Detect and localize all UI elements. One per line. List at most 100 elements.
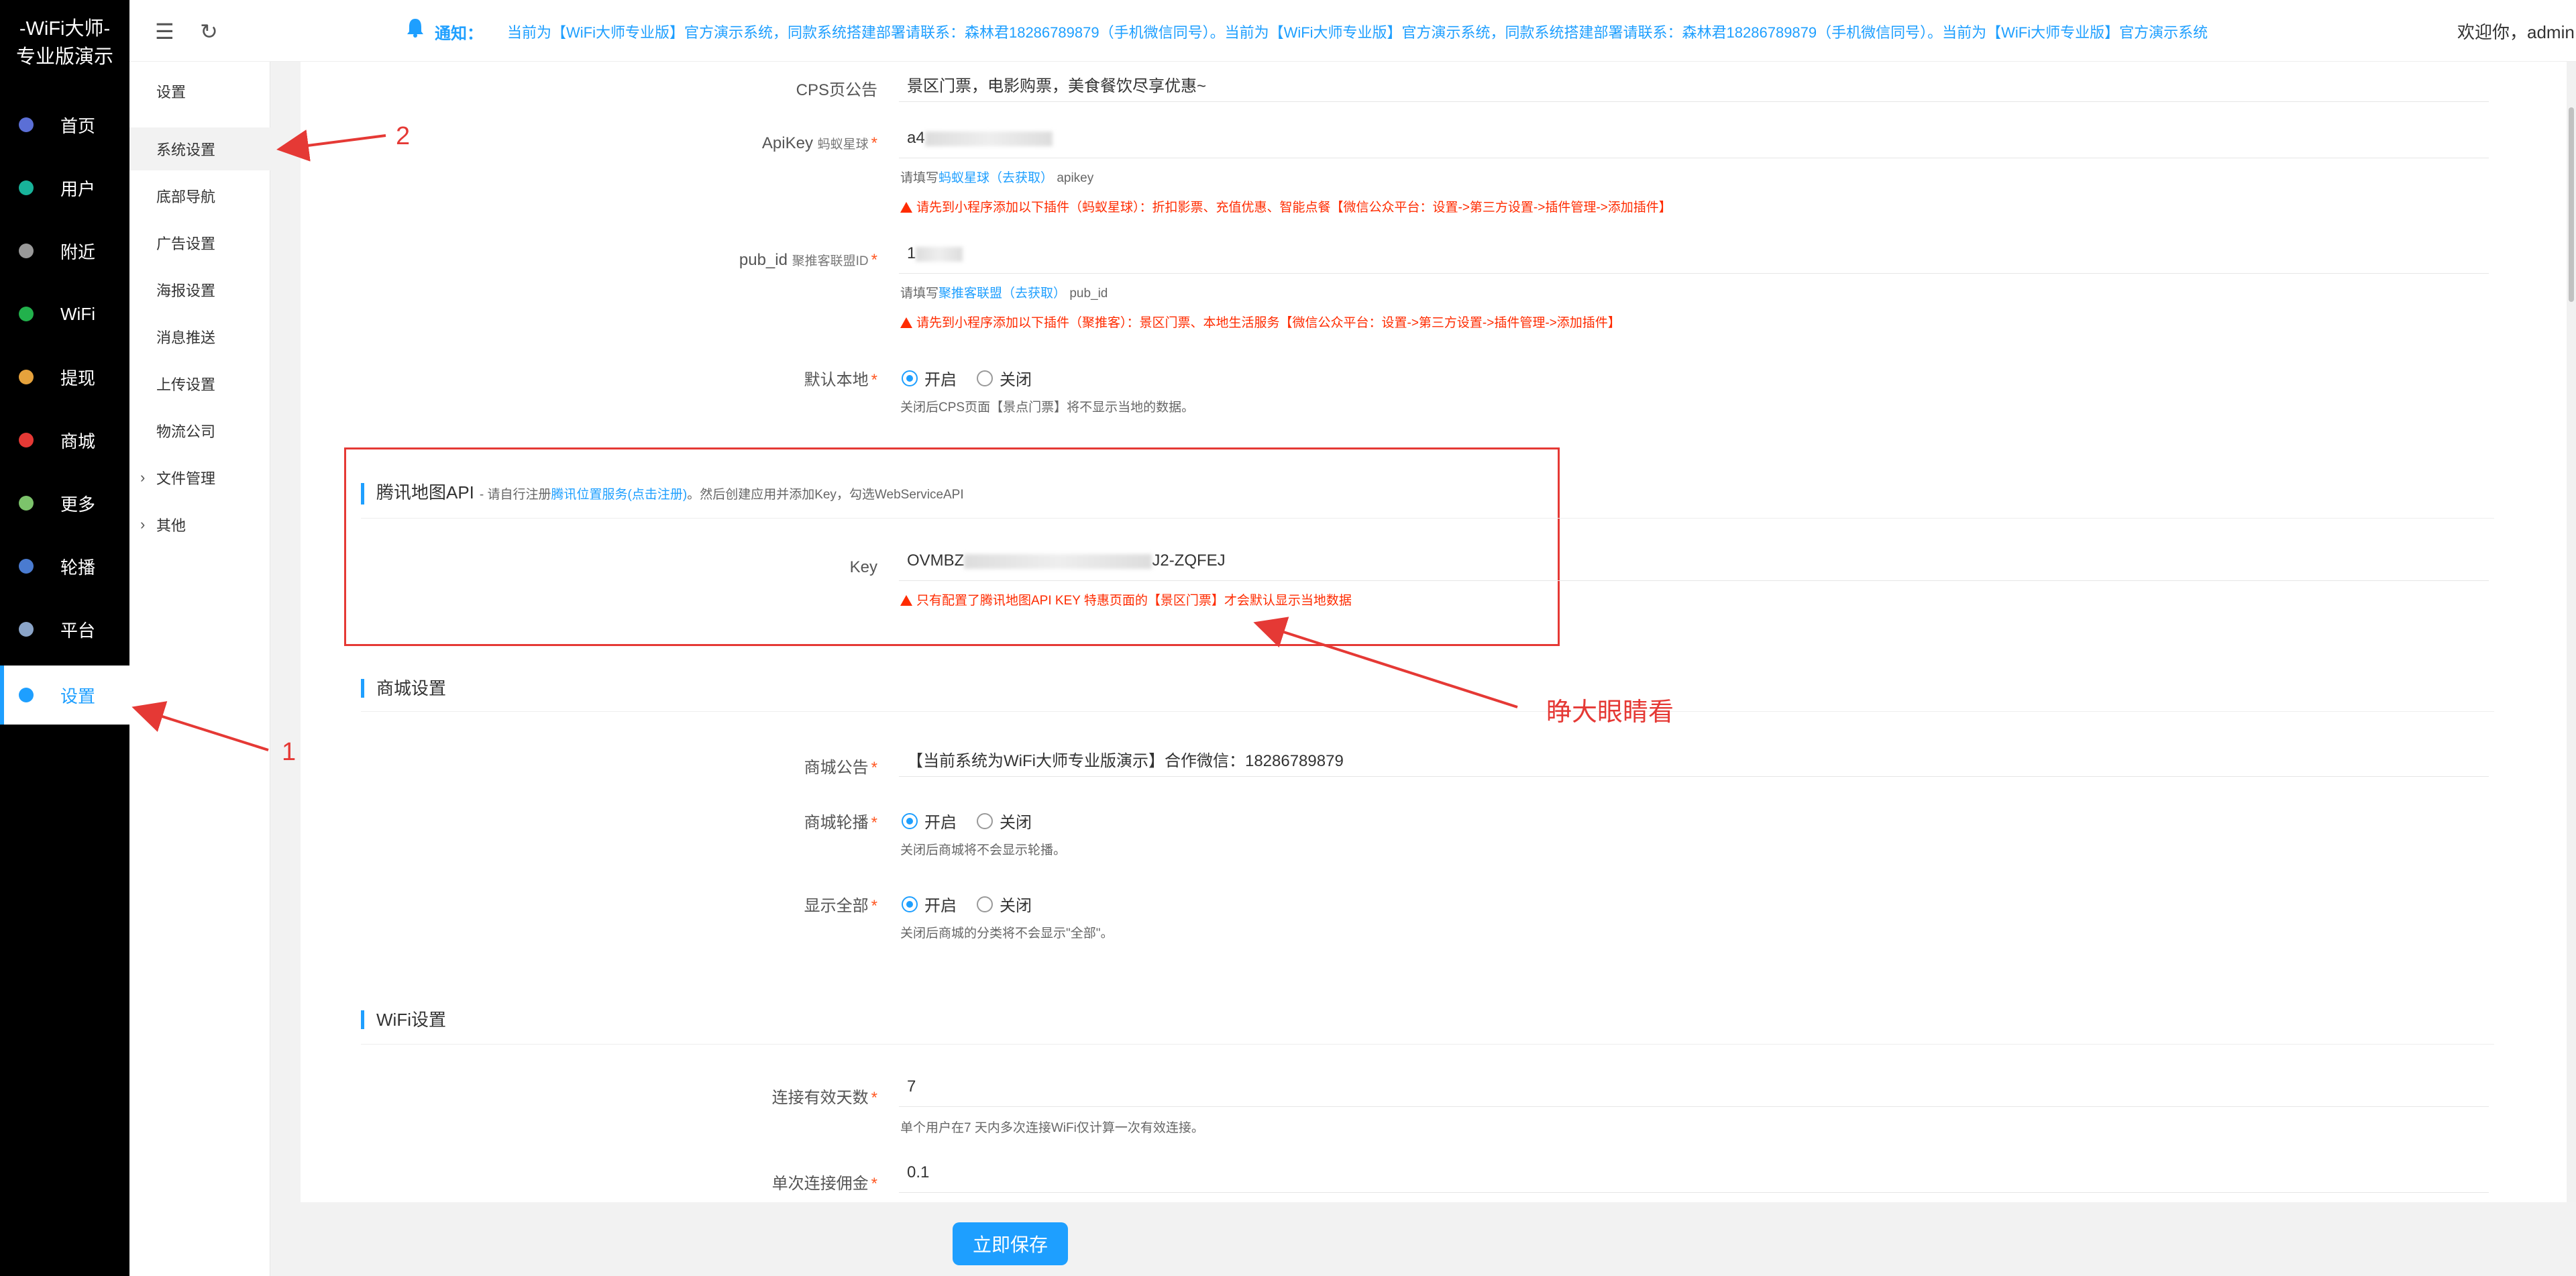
radio-dot [902, 896, 918, 912]
section-title-text: 腾讯地图API [376, 482, 474, 502]
nav-label: 附近 [60, 242, 96, 262]
hint-text: 请填写 [900, 286, 939, 301]
subnav-item-files[interactable]: › 文件管理 [129, 456, 270, 499]
field-value: J2-ZQFEJ [1152, 551, 1226, 570]
subnav-label: 海报设置 [156, 282, 216, 299]
pubid-hint: 请填写聚推客联盟（去获取） pub_id [900, 283, 1108, 301]
section-divider [361, 518, 2494, 519]
logo-line1: -WiFi大师- [19, 18, 111, 40]
pubid-label: pub_id 聚推客联盟ID * [739, 251, 877, 269]
nav-item-nearby[interactable]: 附近 [0, 221, 129, 280]
radio-dot [977, 812, 993, 829]
warning-text: 请先到小程序添加以下插件（蚂蚁星球）：折扣影票、充值优惠、智能点餐【微信公众平台… [916, 201, 1672, 215]
subnav-item-poster[interactable]: 海报设置 [129, 268, 270, 311]
shop-notice-input[interactable]: 【当前系统为WiFi大师专业版演示】合作微信：18286789879 [899, 742, 2489, 777]
wifi-icon [19, 307, 34, 321]
warning-icon [900, 202, 912, 213]
nav-item-withdraw[interactable]: 提现 [0, 348, 129, 407]
apikey-get-link[interactable]: 蚂蚁星球（去获取） [938, 171, 1053, 185]
section-sub-text: 。然后创建应用并添加Key，勾选WebServiceAPI [687, 488, 964, 502]
label-text: 默认本地 [804, 371, 869, 389]
subnav-title: 设置 [156, 84, 186, 101]
main-sidebar: -WiFi大师- 专业版演示 首页 用户 附近 WiFi 提现 商城 更多 轮播… [0, 0, 129, 1276]
field-value: 【当前系统为WiFi大师专业版演示】合作微信：18286789879 [907, 752, 1344, 770]
scrollbar-thumb[interactable] [2569, 107, 2574, 302]
apikey-input[interactable]: a4 [899, 123, 2489, 158]
nav-item-more[interactable]: 更多 [0, 474, 129, 533]
nav-label: 设置 [60, 686, 96, 706]
nav-item-user[interactable]: 用户 [0, 158, 129, 217]
subnav-item-upload[interactable]: 上传设置 [129, 362, 270, 405]
shop-notice-label: 商城公告 * [804, 759, 877, 777]
show-all-off-radio[interactable]: 关闭 [977, 892, 1032, 916]
conn-days-hint: 单个用户在7 天内多次连接WiFi仅计算一次有效连接。 [900, 1121, 1204, 1135]
redacted-blur [964, 553, 1152, 569]
shop-carousel-off-radio[interactable]: 关闭 [977, 809, 1032, 833]
field-value: 1 [907, 244, 916, 262]
default-local-off-radio[interactable]: 关闭 [977, 366, 1032, 390]
nav-label: 提现 [60, 368, 96, 388]
radio-label: 关闭 [1000, 897, 1032, 915]
nav-item-settings[interactable]: 设置 [0, 666, 129, 725]
nav-item-shop[interactable]: 商城 [0, 411, 129, 470]
label-text: ApiKey [761, 134, 813, 152]
redacted-blur [924, 131, 1053, 146]
radio-dot [977, 370, 993, 386]
field-value: 0.1 [907, 1163, 930, 1181]
subnav-item-logistics[interactable]: 物流公司 [129, 409, 270, 452]
annotation-number-2: 2 [396, 122, 411, 150]
pubid-warning: 请先到小程序添加以下插件（聚推客）：景区门票、本地生活服务【微信公众平台：设置-… [900, 313, 1621, 331]
pubid-get-link[interactable]: 聚推客联盟（去获取） [938, 286, 1066, 301]
subnav-label: 广告设置 [156, 235, 216, 252]
default-local-label: 默认本地 * [804, 371, 877, 389]
subnav-item-push[interactable]: 消息推送 [129, 315, 270, 358]
more-icon [19, 496, 34, 511]
logo-line2: 专业版演示 [15, 46, 113, 68]
collapse-menu-icon[interactable]: ☰ [155, 19, 174, 44]
radio-label: 开启 [924, 814, 957, 832]
app-logo: -WiFi大师- 专业版演示 [0, 15, 129, 71]
nav-item-home[interactable]: 首页 [0, 95, 129, 154]
field-value: 景区门票，电影购票，美食餐饮尽享优惠~ [907, 77, 1207, 95]
show-all-hint: 关闭后商城的分类将不会显示"全部"。 [900, 926, 1114, 941]
welcome-text: 欢迎你，admin [2457, 22, 2575, 42]
shop-carousel-on-radio[interactable]: 开启 [902, 809, 957, 833]
save-button[interactable]: 立即保存 [953, 1222, 1068, 1265]
conn-days-input[interactable]: 7 [899, 1072, 2489, 1107]
subnav-item-ads[interactable]: 广告设置 [129, 221, 270, 264]
radio-label: 关闭 [1000, 371, 1032, 389]
shop-carousel-label: 商城轮播 * [804, 814, 877, 832]
radio-dot [977, 896, 993, 912]
tencent-key-warning: 只有配置了腾讯地图API KEY 特惠页面的【景区门票】才会默认显示当地数据 [900, 590, 1352, 608]
carousel-icon [19, 559, 34, 574]
subnav-item-other[interactable]: › 其他 [129, 503, 270, 546]
nav-item-carousel[interactable]: 轮播 [0, 537, 129, 596]
label-text: pub_id [739, 251, 788, 269]
tencent-map-section-title: 腾讯地图API - 请自行注册腾讯位置服务(点击注册)。然后创建应用并添加Key，… [361, 483, 964, 504]
commission-input[interactable]: 0.1 [899, 1158, 2489, 1193]
subnav-item-system[interactable]: 系统设置 [129, 127, 270, 170]
nav-label: 更多 [60, 494, 96, 515]
tencent-register-link[interactable]: 腾讯位置服务(点击注册) [551, 488, 688, 502]
subnav-label: 物流公司 [156, 423, 216, 440]
nav-item-wifi[interactable]: WiFi [0, 284, 129, 343]
chevron-right-icon: › [140, 516, 146, 533]
label-text: CPS页公告 [796, 81, 877, 99]
subnav-item-bottom-nav[interactable]: 底部导航 [129, 174, 270, 217]
radio-label: 开启 [924, 371, 957, 389]
subnav-label: 底部导航 [156, 189, 216, 205]
refresh-icon[interactable]: ↻ [200, 19, 218, 44]
settings-icon [19, 688, 34, 702]
section-divider [361, 1044, 2494, 1045]
shop-carousel-hint: 关闭后商城将不会显示轮播。 [900, 843, 1067, 857]
nav-item-platform[interactable]: 平台 [0, 600, 129, 659]
pubid-input[interactable]: 1 [899, 239, 2489, 274]
cps-notice-input[interactable]: 景区门票，电影购票，美食餐饮尽享优惠~ [899, 67, 2489, 102]
show-all-on-radio[interactable]: 开启 [902, 892, 957, 916]
withdraw-icon [19, 370, 34, 384]
hint-text: apikey [1057, 171, 1094, 185]
default-local-on-radio[interactable]: 开启 [902, 366, 957, 390]
annotation-look-text: 睁大眼睛看 [1546, 698, 1674, 727]
tencent-key-input[interactable]: OVMBZ J2-ZQFEJ [899, 546, 2489, 581]
label-text: 商城公告 [804, 759, 869, 777]
